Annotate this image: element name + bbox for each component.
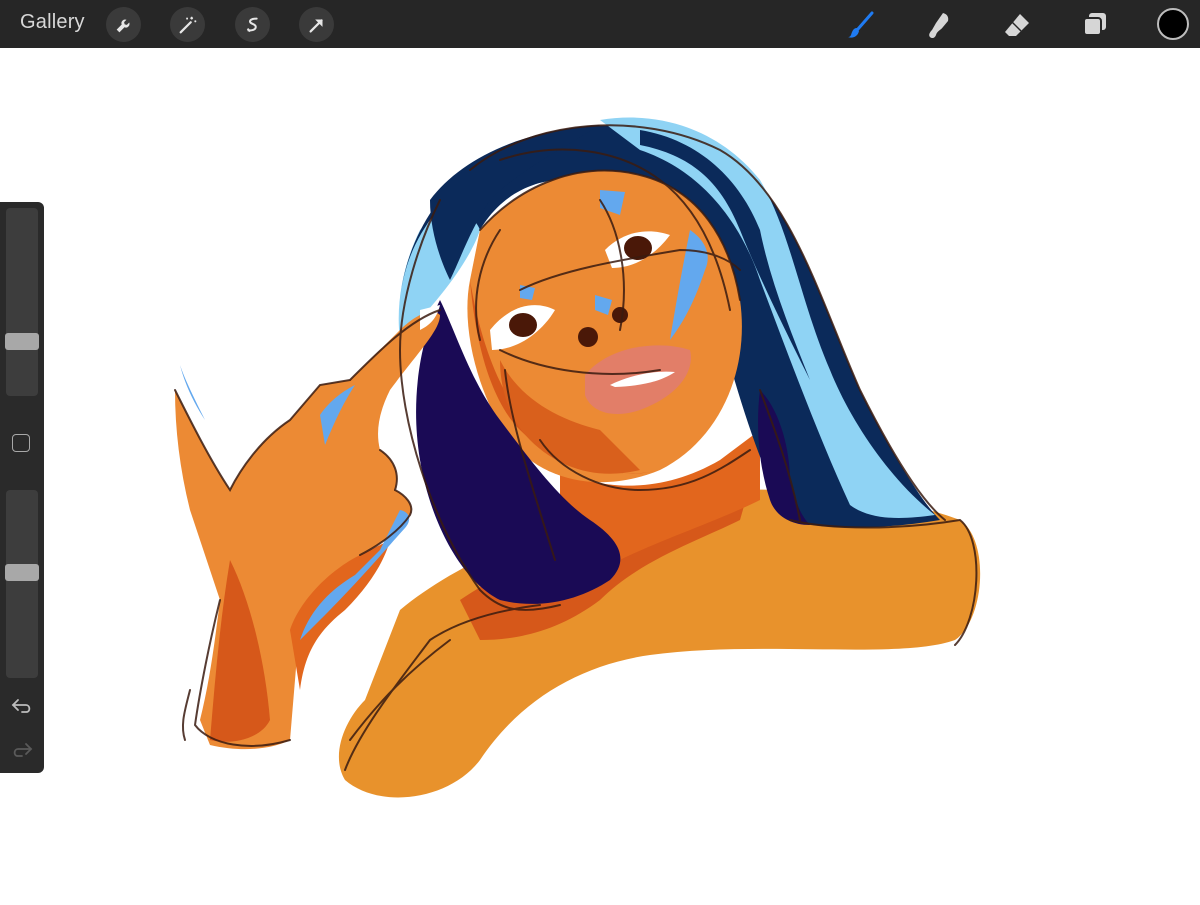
brush-size-slider-handle[interactable] bbox=[5, 333, 39, 350]
magic-wand-icon[interactable] bbox=[170, 7, 205, 42]
color-swatch[interactable] bbox=[1157, 8, 1189, 40]
redo-icon[interactable] bbox=[10, 740, 34, 760]
eraser-icon[interactable] bbox=[998, 6, 1036, 44]
smudge-icon[interactable] bbox=[920, 6, 958, 44]
layers-icon[interactable] bbox=[1076, 6, 1114, 44]
opacity-slider-handle[interactable] bbox=[5, 564, 39, 581]
modify-button[interactable] bbox=[12, 434, 30, 452]
selection-icon[interactable] bbox=[235, 7, 270, 42]
artwork bbox=[174, 117, 981, 798]
top-toolbar: Gallery bbox=[0, 0, 1200, 48]
gallery-button[interactable]: Gallery bbox=[20, 11, 85, 34]
opacity-slider[interactable] bbox=[5, 490, 39, 678]
brush-icon[interactable] bbox=[842, 6, 880, 44]
brush-size-slider[interactable] bbox=[5, 208, 39, 396]
drawing-canvas[interactable] bbox=[0, 48, 1200, 900]
transform-arrow-icon[interactable] bbox=[299, 7, 334, 42]
undo-icon[interactable] bbox=[10, 696, 34, 716]
wrench-icon[interactable] bbox=[106, 7, 141, 42]
left-sidebar bbox=[0, 202, 44, 773]
